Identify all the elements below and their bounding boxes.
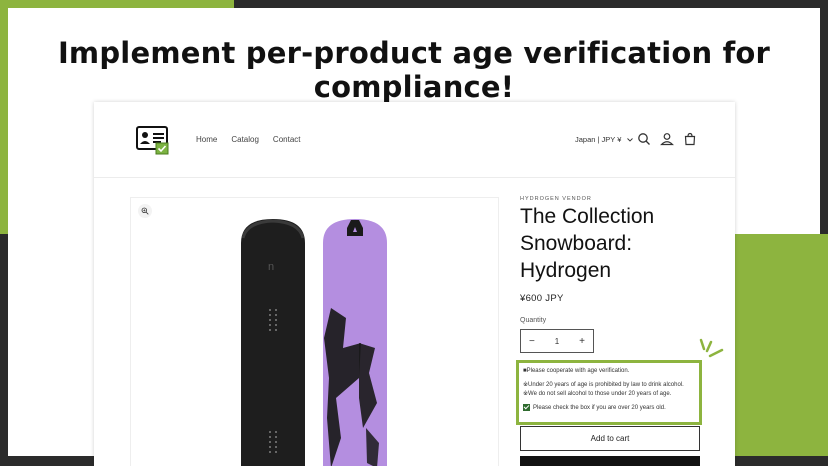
snowboard-image: n <box>241 219 387 466</box>
locale-label: Japan | JPY ¥ <box>575 135 622 144</box>
add-to-cart-button[interactable]: Add to cart <box>520 426 700 451</box>
svg-text:n: n <box>268 261 274 273</box>
background-band <box>234 0 828 8</box>
background-band <box>0 0 234 8</box>
checkbox-checked-icon[interactable] <box>523 404 530 411</box>
buy-now-button[interactable] <box>520 456 700 466</box>
quantity-decrease-button[interactable]: − <box>529 336 535 347</box>
background-band <box>0 456 94 466</box>
store-header: Home Catalog Contact Japan | JPY ¥ <box>94 102 735 178</box>
age-confirm-label: Please check the box if you are over 20 … <box>533 404 666 411</box>
background-band <box>734 234 828 466</box>
age-notice-line: ※We do not sell alcohol to those under 2… <box>523 391 672 397</box>
chevron-down-icon <box>627 137 634 142</box>
background-band <box>0 234 8 466</box>
nav-catalog[interactable]: Catalog <box>231 135 259 144</box>
sparkle-accent-icon <box>699 338 724 358</box>
search-icon[interactable] <box>637 132 651 146</box>
nav-contact[interactable]: Contact <box>273 135 301 144</box>
product-media: n <box>130 197 499 466</box>
nav-home[interactable]: Home <box>196 135 217 144</box>
locale-selector[interactable]: Japan | JPY ¥ <box>575 135 634 144</box>
age-verification-box: ■Please cooperate with age verification.… <box>516 360 702 425</box>
product-price: ¥600 JPY <box>520 293 564 304</box>
id-card-logo-icon[interactable] <box>136 126 170 156</box>
product-vendor: HYDROGEN VENDOR <box>520 196 592 202</box>
quantity-stepper[interactable]: − 1 + <box>520 329 594 353</box>
account-icon[interactable] <box>660 132 674 146</box>
cart-icon[interactable] <box>683 132 697 146</box>
age-confirm-checkbox[interactable]: Please check the box if you are over 20 … <box>523 404 695 411</box>
quantity-label: Quantity <box>520 317 547 324</box>
page-headline: Implement per-product age verification f… <box>57 36 771 104</box>
product-title: The Collection Snowboard: Hydrogen <box>520 205 655 282</box>
age-notice-heading: ■Please cooperate with age verification. <box>523 368 630 374</box>
quantity-increase-button[interactable]: + <box>579 336 585 347</box>
quantity-value[interactable]: 1 <box>555 337 559 346</box>
age-notice-line: ※Under 20 years of age is prohibited by … <box>523 382 684 388</box>
main-nav: Home Catalog Contact <box>196 135 301 144</box>
background-band <box>734 456 828 466</box>
store-window: Home Catalog Contact Japan | JPY ¥ n HYD… <box>94 102 735 466</box>
